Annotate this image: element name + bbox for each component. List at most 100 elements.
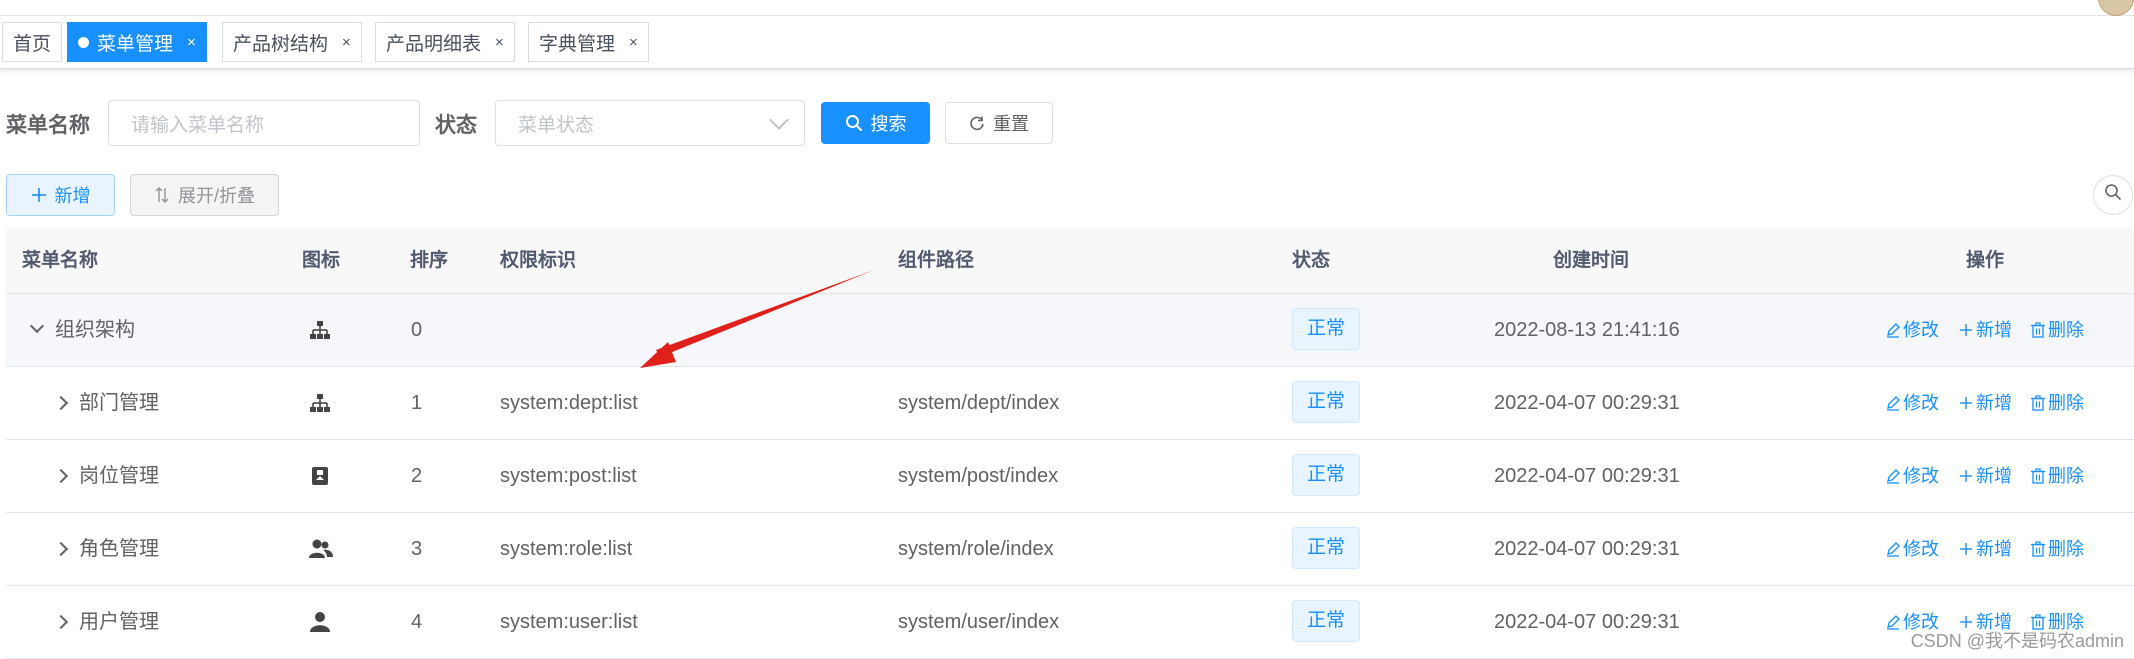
- delete-label: 删除: [2048, 393, 2084, 413]
- delete-link[interactable]: 删除: [2030, 294, 2084, 366]
- menu-order: 3: [411, 538, 423, 560]
- peoples-icon: [309, 538, 333, 560]
- close-icon[interactable]: ×: [495, 34, 504, 51]
- chevron-right-icon[interactable]: [53, 395, 69, 411]
- watermark: CSDN @我不是码农admin: [1910, 631, 2124, 651]
- tree-icon: [309, 319, 331, 341]
- menu-name: 角色管理: [79, 538, 159, 560]
- toggle-search-button[interactable]: [2093, 175, 2133, 215]
- edit-link[interactable]: 修改: [1885, 440, 1939, 512]
- add-child-link[interactable]: 新增: [1958, 440, 2012, 512]
- chevron-down-icon[interactable]: [29, 318, 45, 334]
- search-button-label: 搜索: [870, 114, 907, 134]
- column-header-icon: 图标: [302, 250, 341, 271]
- tag-dictionary[interactable]: 字典管理 ×: [528, 22, 649, 62]
- edit-label: 修改: [1903, 393, 1939, 413]
- add-label: 新增: [1976, 466, 2012, 486]
- column-header-component: 组件路径: [898, 250, 975, 271]
- menu-component: system/user/index: [898, 611, 1060, 633]
- menu-component: system/role/index: [898, 538, 1054, 560]
- menu-perms: system:dept:list: [500, 392, 638, 414]
- add-button[interactable]: 新增: [6, 174, 115, 216]
- status-badge: 正常: [1292, 527, 1361, 569]
- plus-icon: [1960, 324, 1972, 336]
- menu-name: 组织架构: [55, 319, 135, 341]
- edit-label: 修改: [1903, 539, 1939, 559]
- edit-link[interactable]: 修改: [1885, 294, 1939, 366]
- created-time: 2022-04-07 00:29:31: [1494, 392, 1680, 414]
- column-header-perms: 权限标识: [500, 250, 577, 271]
- created-time: 2022-04-07 00:29:31: [1494, 538, 1680, 560]
- delete-label: 删除: [2048, 320, 2084, 340]
- delete-link[interactable]: 删除: [2030, 367, 2084, 439]
- column-header-created: 创建时间: [1553, 250, 1630, 271]
- edit-link[interactable]: 修改: [1885, 367, 1939, 439]
- tag-product-detail[interactable]: 产品明细表 ×: [375, 22, 515, 62]
- status-placeholder: 菜单状态: [518, 114, 595, 136]
- add-child-link[interactable]: 新增: [1958, 367, 2012, 439]
- user-icon: [310, 611, 332, 633]
- table-row[interactable]: 部门管理 1 system:dept:list system/dept/inde…: [6, 367, 2134, 440]
- tag-product-tree[interactable]: 产品树结构 ×: [222, 22, 362, 62]
- add-child-link[interactable]: 新增: [1958, 294, 2012, 366]
- plus-icon: [31, 187, 47, 203]
- edit-icon: [1887, 323, 1900, 338]
- tag-home[interactable]: 首页: [2, 22, 63, 62]
- search-icon: [2104, 183, 2122, 207]
- close-icon[interactable]: ×: [342, 34, 351, 51]
- menu-name-input[interactable]: 请输入菜单名称: [108, 100, 420, 146]
- delete-link[interactable]: 删除: [2030, 513, 2084, 585]
- trash-icon: [2031, 395, 2045, 411]
- menu-order: 4: [411, 611, 423, 633]
- created-time: 2022-04-07 00:29:31: [1494, 611, 1680, 633]
- chevron-right-icon[interactable]: [53, 541, 69, 557]
- tags-view: 首页 菜单管理 × 产品树结构 × 产品明细表 × 字典管理 ×: [0, 16, 2134, 69]
- status-badge: 正常: [1292, 454, 1361, 496]
- edit-icon: [1887, 396, 1900, 411]
- post-icon: [310, 465, 332, 487]
- status-select[interactable]: 菜单状态: [495, 100, 805, 146]
- plus-icon: [1960, 397, 1972, 409]
- edit-icon: [1887, 615, 1900, 630]
- refresh-icon: [969, 115, 985, 131]
- edit-label: 修改: [1903, 466, 1939, 486]
- edit-link[interactable]: 修改: [1885, 513, 1939, 585]
- chevron-down-icon: [769, 110, 789, 130]
- expand-collapse-button[interactable]: 展开/折叠: [130, 174, 279, 216]
- delete-label: 删除: [2048, 539, 2084, 559]
- add-child-link[interactable]: 新增: [1958, 513, 2012, 585]
- active-dot-icon: [78, 36, 89, 48]
- tag-menu-management[interactable]: 菜单管理 ×: [67, 22, 207, 62]
- edit-icon: [1887, 542, 1900, 557]
- menu-order: 1: [411, 392, 423, 414]
- delete-link[interactable]: 删除: [2030, 440, 2084, 512]
- column-header-actions: 操作: [1966, 250, 2005, 271]
- plus-icon: [1960, 470, 1972, 482]
- search-button[interactable]: 搜索: [821, 102, 930, 144]
- close-icon[interactable]: ×: [629, 34, 638, 51]
- add-label: 新增: [1976, 539, 2012, 559]
- add-button-label: 新增: [54, 186, 91, 206]
- user-avatar[interactable]: [2098, 0, 2134, 16]
- table-row[interactable]: 角色管理 3 system:role:list system/role/inde…: [6, 513, 2134, 586]
- menu-perms: system:user:list: [500, 611, 638, 633]
- table-row[interactable]: 岗位管理 2 system:post:list system/post/inde…: [6, 440, 2134, 513]
- add-label: 新增: [1976, 393, 2012, 413]
- menu-name-placeholder: 请输入菜单名称: [131, 114, 265, 136]
- menu-name: 部门管理: [79, 392, 159, 414]
- reset-button[interactable]: 重置: [945, 102, 1053, 144]
- status-badge: 正常: [1292, 308, 1361, 350]
- navbar: [0, 0, 2134, 16]
- table-row[interactable]: 组织架构 0 正常 2022-08-13 21:41:16 修改 新增 删除: [6, 294, 2134, 367]
- chevron-right-icon[interactable]: [53, 468, 69, 484]
- chevron-right-icon[interactable]: [53, 614, 69, 630]
- tag-label: 菜单管理: [97, 33, 174, 55]
- trash-icon: [2031, 541, 2045, 557]
- expand-button-label: 展开/折叠: [177, 186, 255, 206]
- tag-label: 产品明细表: [386, 33, 482, 55]
- close-icon[interactable]: ×: [187, 34, 196, 51]
- search-icon: [845, 114, 863, 132]
- tree-icon: [309, 392, 331, 414]
- menu-component: system/dept/index: [898, 392, 1060, 414]
- table-row[interactable]: 用户管理 4 system:user:list system/user/inde…: [6, 586, 2134, 659]
